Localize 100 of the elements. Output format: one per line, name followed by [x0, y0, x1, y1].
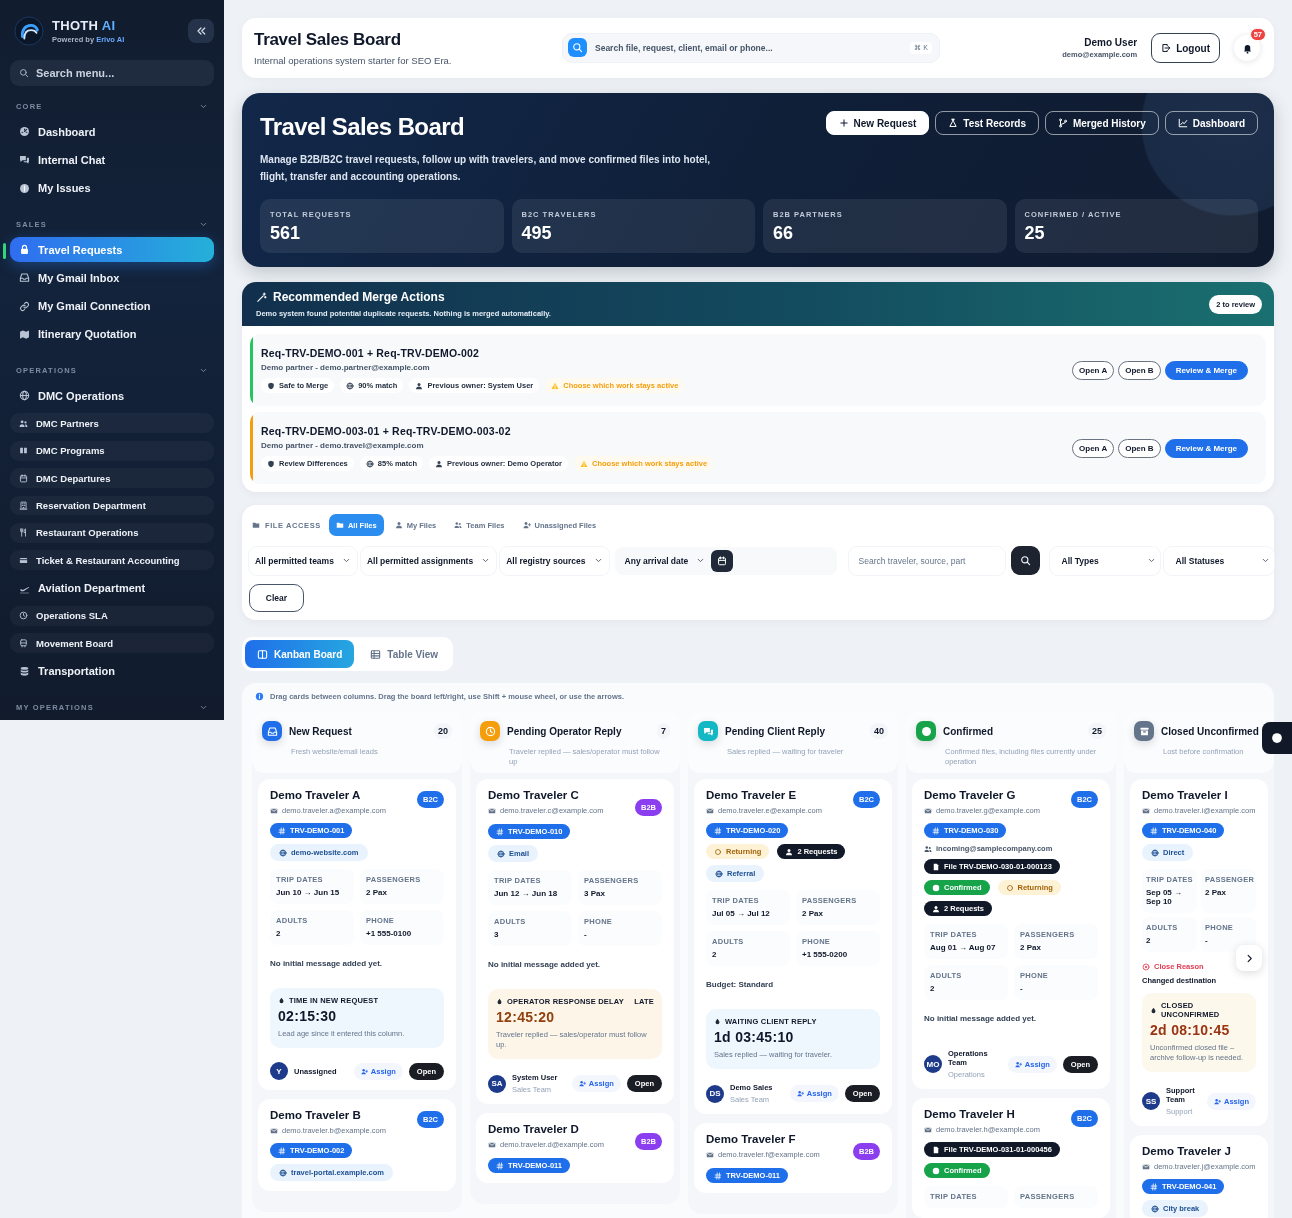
view-tab[interactable]: Kanban Board	[245, 640, 355, 668]
logout-icon	[1161, 43, 1172, 53]
user-icon	[394, 521, 403, 529]
chevron-down-icon	[1146, 556, 1156, 565]
stat-value: 2	[1146, 936, 1152, 945]
bus-icon	[19, 638, 28, 648]
menu-search-field[interactable]: Search menu...	[10, 60, 214, 86]
globe-icon	[715, 869, 723, 878]
search-button[interactable]	[1010, 546, 1040, 575]
user-plus-icon	[1014, 1060, 1022, 1068]
action-button[interactable]: Open A	[1072, 438, 1115, 458]
user-plus-icon	[360, 1067, 368, 1075]
stat-value: +1 555-0200	[802, 950, 849, 959]
globe-icon	[1151, 1204, 1159, 1213]
action-button[interactable]: Review & Merge	[1164, 360, 1248, 380]
clock-icon	[19, 611, 28, 621]
mail-icon	[1142, 1162, 1150, 1171]
drop-icon	[278, 997, 285, 1004]
globe-icon	[279, 848, 287, 857]
collapse-button[interactable]	[188, 19, 214, 43]
nav-item[interactable]: Internal Chat	[10, 147, 214, 173]
avatar: Y	[270, 1062, 288, 1080]
mail-icon	[706, 1150, 714, 1159]
ring-icon	[714, 847, 722, 856]
stat-value: 2	[930, 984, 936, 993]
shield-icon	[267, 381, 275, 390]
action-button[interactable]: Review & Merge	[1164, 438, 1248, 458]
nav-item[interactable]: Transportation	[10, 658, 214, 684]
traveler-name: Demo Traveler J	[1142, 1145, 1232, 1157]
table-icon	[370, 648, 382, 660]
action-button[interactable]: New Request	[825, 111, 930, 135]
action-button[interactable]: Test Records	[935, 111, 1039, 135]
info-button[interactable]	[1262, 722, 1292, 754]
nav-item[interactable]: DMC Partners	[10, 413, 214, 434]
search-icon	[19, 68, 29, 78]
columns-icon	[257, 648, 268, 660]
stat-value: 495	[521, 223, 553, 244]
dropdown[interactable]: All Statuses	[1163, 546, 1274, 575]
action-button[interactable]: Open B	[1118, 438, 1161, 458]
nav-item[interactable]: Aviation Department	[10, 575, 214, 601]
globe-icon	[19, 390, 30, 402]
stat-value: +1 555-0100	[366, 929, 413, 938]
user-icon	[435, 459, 443, 468]
nav-item[interactable]: DMC Programs	[10, 440, 214, 461]
partner-text: Demo partner - demo.partner@example.com	[261, 363, 431, 372]
nav-item[interactable]: My Issues	[10, 175, 214, 201]
avatar: SA	[488, 1074, 506, 1093]
nav-item[interactable]: Reservation Department	[10, 495, 214, 516]
notifications-button[interactable]	[1234, 35, 1260, 61]
timer-value: 2d 08:10:45	[1150, 1022, 1231, 1038]
stat-value: 2 Pax	[1020, 943, 1042, 952]
nav-item[interactable]: DMC Departures	[10, 468, 214, 488]
stat-value: -	[1205, 936, 1209, 945]
book-icon	[19, 446, 28, 456]
stat-value: 2 Pax	[1205, 888, 1227, 897]
warning-icon	[551, 381, 560, 390]
nav-item[interactable]: Restaurant Operations	[10, 522, 214, 543]
dropdown[interactable]: All permitted teams	[249, 546, 357, 575]
dropdown[interactable]: All registry sources	[500, 546, 609, 575]
mail-icon	[924, 1125, 932, 1134]
action-button[interactable]: Dashboard	[1164, 111, 1258, 135]
chevron-down-icon[interactable]	[199, 102, 208, 111]
nav-item[interactable]: Movement Board	[10, 633, 214, 654]
stat-value: 2 Pax	[366, 888, 388, 897]
dropdown[interactable]: All permitted assignments	[360, 546, 497, 575]
nav-item[interactable]: Dashboard	[10, 119, 214, 145]
stat-value: 3	[494, 930, 500, 939]
calendar-button[interactable]	[711, 549, 734, 572]
plus-icon	[838, 118, 849, 128]
action-button[interactable]: Open A	[1072, 360, 1115, 380]
nav-item[interactable]: Itinerary Quotation	[10, 321, 214, 348]
traveler-name: Demo Traveler E	[706, 789, 798, 801]
nav-item[interactable]: My Gmail Inbox	[10, 265, 214, 291]
drop-icon	[1150, 1006, 1157, 1014]
stat-value: 66	[773, 223, 795, 244]
user-plus-icon	[1214, 1097, 1221, 1105]
users-icon	[19, 418, 28, 428]
stat-value: Sep 05 → Sep 10	[1146, 888, 1183, 906]
stat-value: Jun 12 → Jun 18	[494, 889, 559, 898]
action-button[interactable]: Open B	[1118, 360, 1161, 380]
flask-icon	[948, 118, 959, 128]
nav-item[interactable]: Operations SLA	[10, 605, 214, 626]
action-button[interactable]: Merged History	[1044, 111, 1159, 135]
search-field[interactable]: Search traveler, source, part	[848, 546, 1005, 575]
page-subtitle: Internal operations system starter for SEO Era.	[254, 55, 453, 66]
dropdown[interactable]: All Types	[1049, 546, 1160, 575]
stat-value: Jun 10 → Jun 15	[276, 888, 341, 897]
clear-button[interactable]: Clear	[249, 584, 304, 612]
search-icon	[1019, 555, 1031, 566]
calendar-icon	[717, 555, 728, 566]
user-icon	[415, 381, 424, 390]
view-tab[interactable]: Table View	[358, 640, 451, 668]
timer-value: 1d 03:45:10	[714, 1029, 795, 1045]
traveler-name: Demo Traveler D	[488, 1123, 580, 1135]
logout-button[interactable]: Logout	[1151, 33, 1220, 63]
nav-item[interactable]: DMC Operations	[10, 383, 214, 409]
wand-icon	[256, 291, 267, 303]
date-dropdown[interactable]: Any arrival date	[620, 546, 710, 575]
nav-item[interactable]: Ticket & Restaurant Accounting	[10, 550, 214, 571]
nav-item[interactable]: My Gmail Connection	[10, 293, 214, 319]
